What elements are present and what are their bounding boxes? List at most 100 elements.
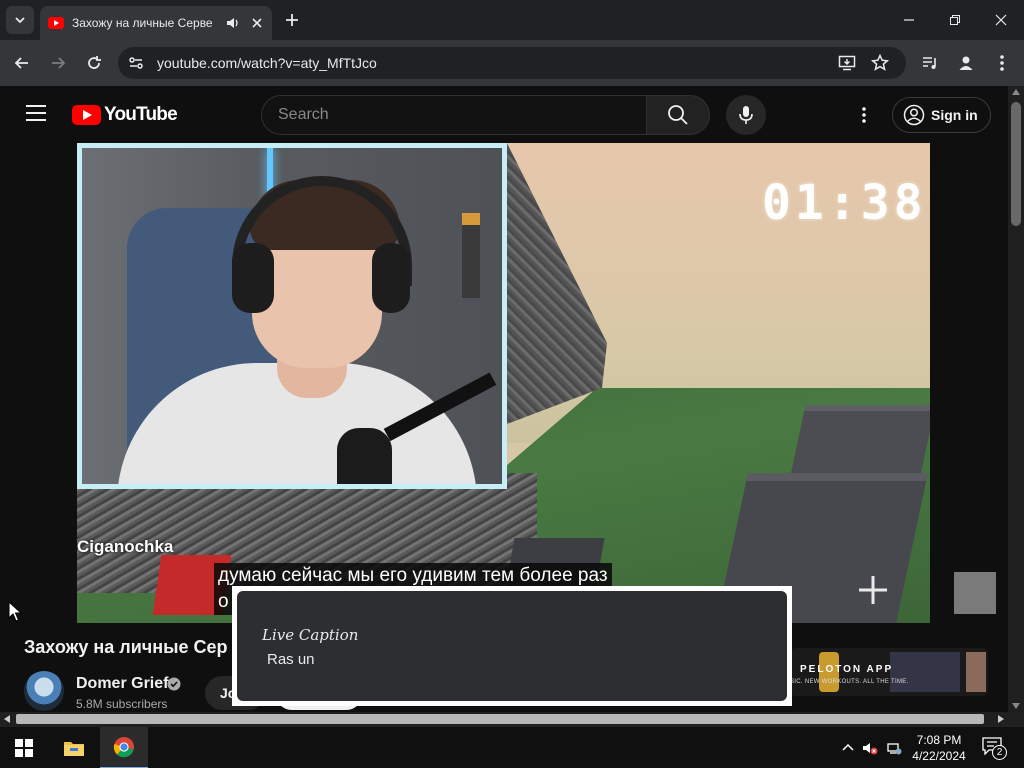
arrow-right-icon: [52, 57, 66, 69]
ad-image: [966, 652, 986, 692]
restore-button[interactable]: [932, 0, 978, 40]
chrome-logo-icon: [113, 737, 134, 758]
reload-icon: [88, 56, 101, 69]
ad-banner[interactable]: PELOTON APP SIC. NEW WORKOUTS. ALL THE T…: [790, 648, 988, 696]
file-explorer-button[interactable]: [50, 727, 98, 768]
profile-button[interactable]: [954, 51, 978, 75]
new-tab-plus-icon[interactable]: [282, 10, 302, 30]
live-caption-window[interactable]: Live Caption Ras un: [232, 586, 792, 706]
clock-time: 7:08 PM: [916, 733, 962, 747]
youtube-logo-text: YouTube: [104, 104, 178, 125]
forward-button[interactable]: [46, 51, 70, 75]
channel-name[interactable]: Domer Grief: [76, 675, 168, 693]
chevron-up-icon[interactable]: [840, 740, 856, 756]
start-button[interactable]: [0, 727, 48, 768]
ad-subtitle: SIC. NEW WORKOUTS. ALL THE TIME.: [790, 679, 909, 685]
minimize-icon: [904, 19, 914, 21]
scrollbar-thumb[interactable]: [1011, 102, 1021, 226]
back-button[interactable]: [10, 51, 34, 75]
address-bar[interactable]: youtube.com/watch?v=aty_MfTtJco: [118, 47, 906, 79]
browser-toolbar: youtube.com/watch?v=aty_MfTtJco: [0, 40, 1024, 86]
notification-center-button[interactable]: 2: [982, 737, 1007, 760]
vertical-scrollbar[interactable]: [1008, 86, 1024, 712]
search-input[interactable]: [278, 105, 618, 125]
notification-count-badge: 2: [992, 745, 1007, 760]
screen: Захожу на личные Серве youtube.com/watch…: [0, 0, 1024, 768]
arrow-left-icon: [14, 57, 28, 69]
sign-in-button[interactable]: Sign in: [892, 97, 991, 133]
headphone-cup: [232, 243, 274, 313]
restore-icon: [950, 15, 960, 25]
youtube-header: YouTube Sign in: [0, 86, 1008, 143]
close-icon[interactable]: [250, 16, 264, 30]
volume-muted-icon[interactable]: [862, 740, 878, 756]
chrome-menu-button[interactable]: [990, 51, 1014, 75]
chevron-down-icon: [15, 17, 25, 24]
minimize-button[interactable]: [886, 0, 932, 40]
browser-titlebar: Захожу на личные Серве: [0, 0, 1024, 40]
headphone-cup: [372, 243, 410, 313]
game-timer: 01:38: [762, 175, 927, 231]
sign-in-label: Sign in: [931, 107, 978, 123]
network-icon[interactable]: [886, 740, 902, 756]
channel-avatar[interactable]: [24, 671, 64, 711]
live-caption-title: Live Caption: [262, 626, 359, 644]
webcam-overlay: [77, 143, 507, 489]
video-subtitle: о: [214, 589, 233, 615]
hamburger-menu-icon[interactable]: [26, 105, 46, 121]
windows-logo-icon: [15, 739, 33, 757]
more-vertical-icon: [1000, 55, 1004, 71]
youtube-play-icon: [72, 105, 101, 125]
live-caption-panel: Live Caption Ras un: [237, 591, 787, 701]
verified-check-icon: [167, 677, 181, 691]
settings-more-button[interactable]: [852, 103, 876, 127]
install-app-icon[interactable]: [838, 54, 856, 72]
search-box[interactable]: [261, 95, 646, 135]
microphone-icon: [739, 106, 753, 124]
streamer-name-overlay: Ciganochka: [77, 537, 174, 556]
scrollbar-corner: [1008, 712, 1024, 726]
close-icon: [995, 14, 1007, 26]
chrome-taskbar-button[interactable]: [100, 727, 148, 768]
video-title: Захожу на личные Сер: [24, 637, 228, 657]
windows-taskbar: 7:08 PM 4/22/2024 2: [0, 726, 1024, 768]
close-window-button[interactable]: [978, 0, 1024, 40]
more-vertical-icon: [862, 107, 866, 123]
scroll-right-arrow-icon[interactable]: [998, 715, 1004, 723]
scrollbar-thumb[interactable]: [16, 714, 984, 724]
clock-date: 4/22/2024: [912, 749, 966, 763]
mouse-cursor-icon: [8, 601, 22, 622]
video-thumbnail[interactable]: [954, 572, 996, 614]
speaker-icon[interactable]: [226, 16, 240, 30]
video-player[interactable]: 01:38 Ciganochka думаю сейчас мы его уди…: [77, 143, 930, 623]
search-button[interactable]: [646, 95, 710, 135]
folder-icon: [64, 742, 84, 756]
browser-tab[interactable]: Захожу на личные Серве: [40, 6, 272, 40]
youtube-favicon-icon: [48, 17, 64, 29]
media-controls-button[interactable]: [918, 51, 942, 75]
wall-lamp: [462, 213, 480, 298]
playlist-music-icon: [923, 57, 936, 69]
profile-icon: [959, 56, 973, 70]
youtube-logo[interactable]: YouTube: [72, 104, 178, 126]
tab-search-button[interactable]: [6, 6, 34, 34]
crosshair-icon: [859, 576, 887, 604]
ad-image: [890, 652, 960, 692]
account-circle-icon: [903, 104, 925, 126]
voice-search-button[interactable]: [726, 95, 766, 135]
microphone: [337, 428, 392, 484]
scroll-down-arrow-icon[interactable]: [1012, 703, 1020, 709]
system-clock[interactable]: 7:08 PM 4/22/2024: [906, 732, 972, 764]
tab-title: Захожу на личные Серве: [72, 16, 213, 30]
ad-title: PELOTON APP: [800, 664, 894, 675]
url-text[interactable]: youtube.com/watch?v=aty_MfTtJco: [157, 55, 377, 71]
search-icon: [668, 105, 688, 125]
site-info-tune-icon[interactable]: [128, 55, 144, 71]
bookmark-star-icon[interactable]: [871, 54, 889, 72]
subscriber-count: 5.8M subscribers: [76, 697, 168, 711]
live-caption-text: Ras un: [267, 651, 315, 668]
scroll-up-arrow-icon[interactable]: [1012, 89, 1020, 95]
scroll-left-arrow-icon[interactable]: [4, 715, 10, 723]
horizontal-scrollbar[interactable]: [0, 712, 1008, 726]
reload-button[interactable]: [82, 51, 106, 75]
